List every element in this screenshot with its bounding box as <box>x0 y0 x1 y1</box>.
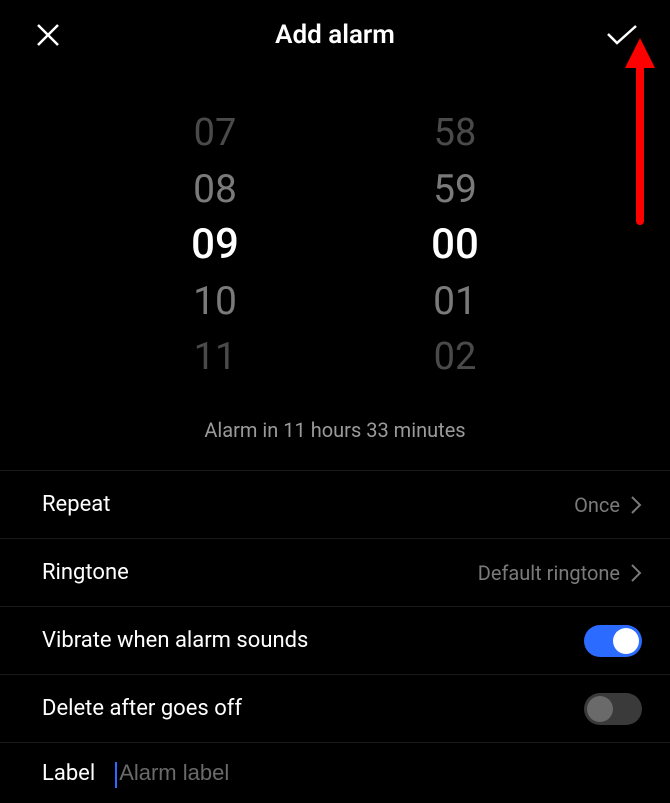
confirm-button[interactable] <box>602 15 642 55</box>
label-field-label: Label <box>42 761 95 786</box>
chevron-right-icon <box>630 495 642 515</box>
minute-wheel[interactable]: 58 59 00 01 02 <box>410 105 500 385</box>
delete-after-toggle[interactable] <box>584 693 642 725</box>
text-caret <box>115 762 117 788</box>
repeat-row[interactable]: Repeat Once <box>0 471 670 539</box>
minute-selected[interactable]: 00 <box>431 217 479 273</box>
header: Add alarm <box>0 0 670 70</box>
hour-option[interactable]: 10 <box>193 273 237 329</box>
hour-option[interactable]: 11 <box>194 329 237 385</box>
time-picker: 07 08 09 10 11 58 59 00 01 02 <box>0 70 670 400</box>
ringtone-label: Ringtone <box>42 560 129 585</box>
repeat-label: Repeat <box>42 492 110 517</box>
ringtone-value: Default ringtone <box>478 561 620 585</box>
hour-option[interactable]: 07 <box>194 105 237 161</box>
minute-option[interactable]: 58 <box>434 105 477 161</box>
vibrate-label: Vibrate when alarm sounds <box>42 628 308 653</box>
close-button[interactable] <box>28 15 68 55</box>
label-row: Label <box>0 743 670 803</box>
close-icon <box>33 20 63 50</box>
ringtone-row[interactable]: Ringtone Default ringtone <box>0 539 670 607</box>
minute-option[interactable]: 01 <box>433 273 477 329</box>
hour-selected[interactable]: 09 <box>191 217 239 273</box>
settings-list: Repeat Once Ringtone Default ringtone Vi… <box>0 470 670 803</box>
label-input[interactable] <box>115 760 642 786</box>
alarm-countdown-text: Alarm in 11 hours 33 minutes <box>0 400 670 470</box>
check-icon <box>605 23 639 47</box>
minute-option[interactable]: 02 <box>434 329 477 385</box>
delete-after-label: Delete after goes off <box>42 696 242 721</box>
hour-wheel[interactable]: 07 08 09 10 11 <box>170 105 260 385</box>
delete-after-row: Delete after goes off <box>0 675 670 743</box>
page-title: Add alarm <box>275 20 395 50</box>
vibrate-row: Vibrate when alarm sounds <box>0 607 670 675</box>
vibrate-toggle[interactable] <box>584 625 642 657</box>
chevron-right-icon <box>630 563 642 583</box>
hour-option[interactable]: 08 <box>193 161 237 217</box>
repeat-value: Once <box>574 493 620 517</box>
minute-option[interactable]: 59 <box>433 161 477 217</box>
